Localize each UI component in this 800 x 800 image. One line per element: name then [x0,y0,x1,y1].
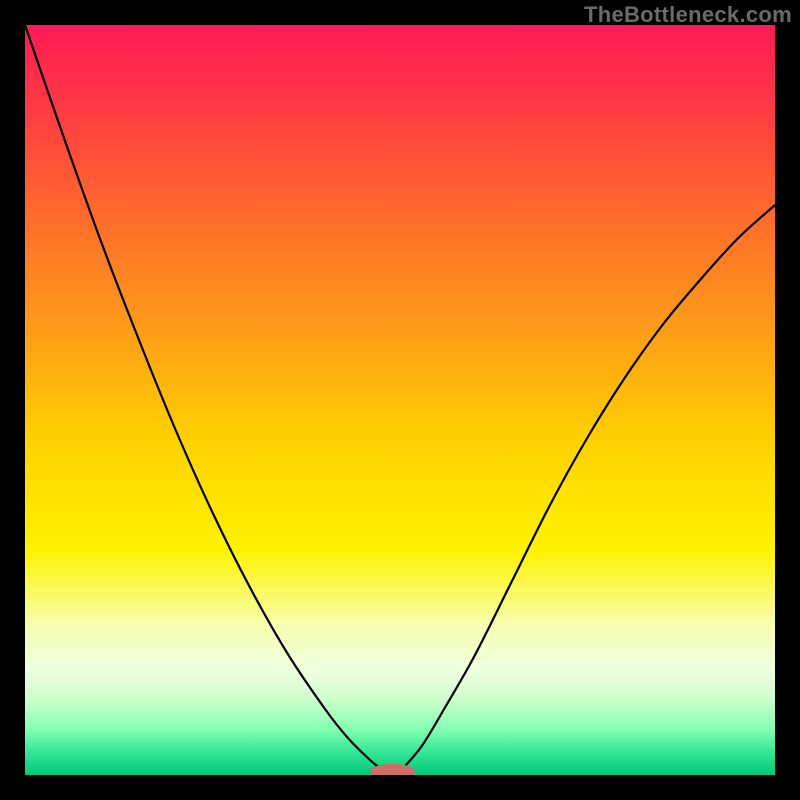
watermark-text: TheBottleneck.com [584,2,792,28]
gradient-background [25,25,775,775]
chart-frame: TheBottleneck.com [0,0,800,800]
plot-area [25,25,775,775]
chart-svg [25,25,775,775]
